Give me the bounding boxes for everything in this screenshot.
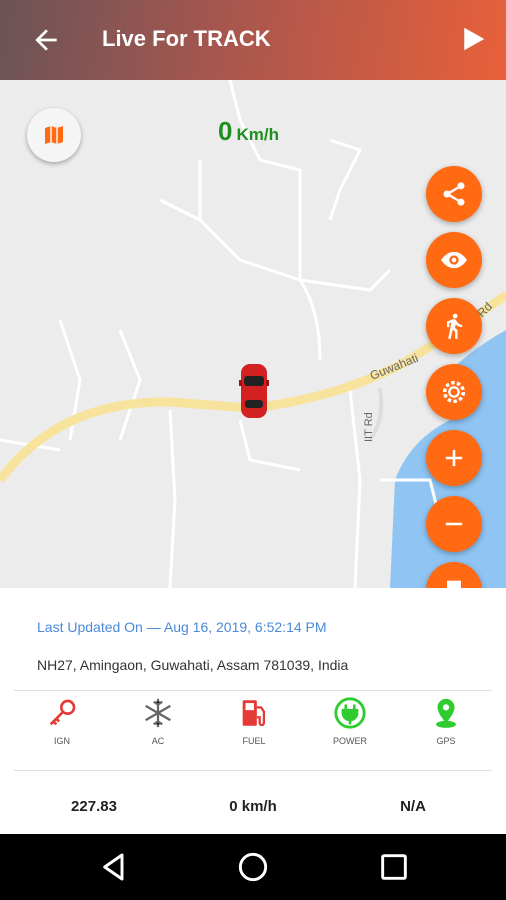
power-plug-icon <box>334 697 366 729</box>
share-icon <box>443 182 465 206</box>
fab-clip <box>420 556 488 588</box>
settings-icon <box>442 380 466 404</box>
flag-icon <box>447 580 461 588</box>
system-nav-bar <box>0 834 506 900</box>
status-power: POWER <box>310 696 390 746</box>
key-icon <box>49 699 76 726</box>
view-button[interactable] <box>426 232 482 288</box>
stat-distance: 227.83 <box>71 798 117 815</box>
status-label: FUEL <box>242 736 266 746</box>
share-button[interactable] <box>426 166 482 222</box>
divider <box>14 770 492 771</box>
app-bar: Live For TRACK <box>0 0 506 80</box>
map-type-button[interactable] <box>27 108 81 162</box>
speed-value: 0 <box>218 116 233 146</box>
info-panel: Last Updated On — Aug 16, 2019, 6:52:14 … <box>0 588 506 834</box>
zoom-out-button[interactable] <box>426 496 482 552</box>
status-label: IGN <box>53 736 70 746</box>
stat-extra: N/A <box>400 798 426 815</box>
nav-back-icon[interactable] <box>98 851 130 883</box>
walk-button[interactable] <box>426 298 482 354</box>
eye-icon <box>441 251 467 269</box>
map-icon <box>45 126 63 144</box>
settings-button[interactable] <box>426 364 482 420</box>
stat-speed: 0 km/h <box>229 798 277 815</box>
page-title: Live For TRACK <box>102 26 271 51</box>
vehicle-marker[interactable] <box>238 362 270 425</box>
walk-icon <box>447 313 463 339</box>
snowflake-icon <box>145 698 171 728</box>
back-arrow-icon[interactable] <box>30 24 62 56</box>
divider <box>14 690 492 691</box>
address: NH27, Amingaon, Guwahati, Assam 781039, … <box>37 657 349 673</box>
nav-home-icon[interactable] <box>237 851 269 883</box>
speed-unit: Km/h <box>236 125 279 144</box>
fuel-pump-icon <box>242 700 266 727</box>
car-icon <box>239 364 269 418</box>
zoom-in-icon <box>445 449 463 467</box>
road-label-iit-rd: IIT Rd <box>363 412 375 442</box>
status-label: GPS <box>436 736 456 746</box>
flag-button[interactable] <box>426 562 482 588</box>
play-icon[interactable] <box>458 24 488 54</box>
road-label-guwahati: Guwahati <box>368 351 420 383</box>
speed-readout: 0 Km/h <box>218 116 279 147</box>
status-label: POWER <box>332 736 367 746</box>
status-label: AC <box>151 736 165 746</box>
nav-recents-icon[interactable] <box>378 851 410 883</box>
status-fuel: FUEL <box>214 696 294 746</box>
last-updated: Last Updated On — Aug 16, 2019, 6:52:14 … <box>37 619 327 635</box>
status-ac: AC <box>118 696 198 746</box>
gps-pin-icon <box>436 698 456 728</box>
status-ign: IGN <box>22 696 102 746</box>
status-gps: GPS <box>406 696 486 746</box>
zoom-out-icon <box>445 522 463 526</box>
zoom-in-button[interactable] <box>426 430 482 486</box>
